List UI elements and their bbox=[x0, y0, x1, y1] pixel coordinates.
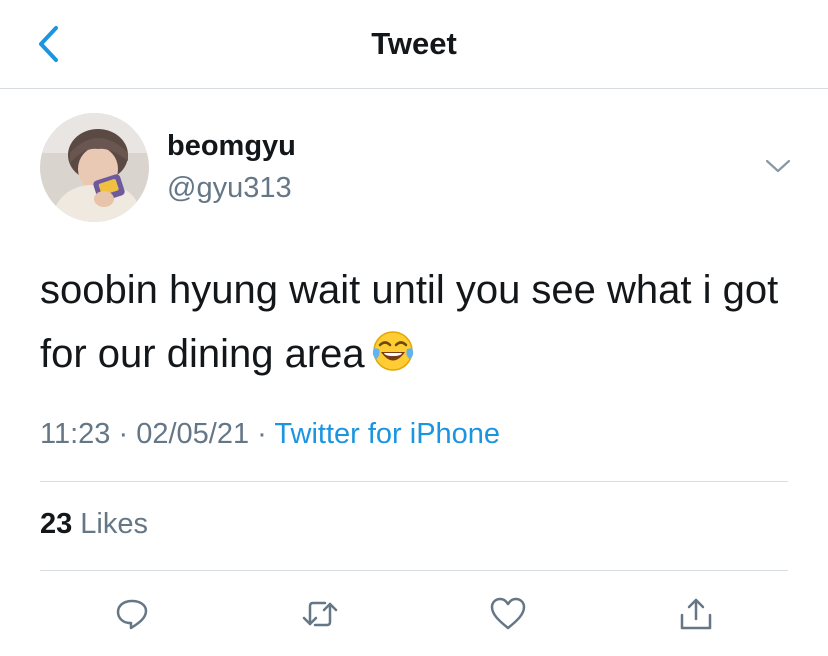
divider bbox=[40, 570, 788, 571]
tweet-source-link[interactable]: Twitter for iPhone bbox=[274, 418, 500, 450]
heart-icon bbox=[490, 597, 526, 630]
author-handle[interactable]: @gyu313 bbox=[167, 172, 292, 205]
tweet-date: 02/05/21 bbox=[136, 418, 250, 450]
likes-label: Likes bbox=[80, 508, 148, 540]
likes-count: 23 bbox=[40, 508, 73, 540]
reply-button[interactable] bbox=[110, 592, 154, 636]
page-title: Tweet bbox=[371, 26, 457, 61]
tweet-text: soobin hyung wait until you see what i g… bbox=[40, 258, 800, 392]
like-button[interactable] bbox=[486, 592, 530, 636]
face-with-tears-of-joy-icon bbox=[371, 328, 415, 392]
divider bbox=[40, 481, 788, 482]
retweet-icon bbox=[302, 601, 338, 627]
tweet-metadata: 11:23 · 02/05/21 · Twitter for iPhone bbox=[40, 418, 500, 451]
meta-separator: · bbox=[257, 418, 267, 450]
author-display-name[interactable]: beomgyu bbox=[167, 130, 296, 163]
avatar[interactable] bbox=[40, 113, 149, 222]
reply-icon bbox=[116, 599, 148, 630]
profile-photo bbox=[40, 113, 149, 222]
chevron-down-icon bbox=[765, 159, 791, 173]
navigation-bar: Tweet bbox=[0, 0, 828, 89]
retweet-button[interactable] bbox=[298, 592, 342, 636]
share-button[interactable] bbox=[674, 592, 718, 636]
tweet-options-button[interactable] bbox=[758, 150, 798, 182]
meta-separator: · bbox=[118, 418, 129, 450]
share-icon bbox=[680, 598, 712, 630]
tweet-time: 11:23 bbox=[40, 418, 111, 450]
likes-stat[interactable]: 23 Likes bbox=[40, 508, 148, 541]
